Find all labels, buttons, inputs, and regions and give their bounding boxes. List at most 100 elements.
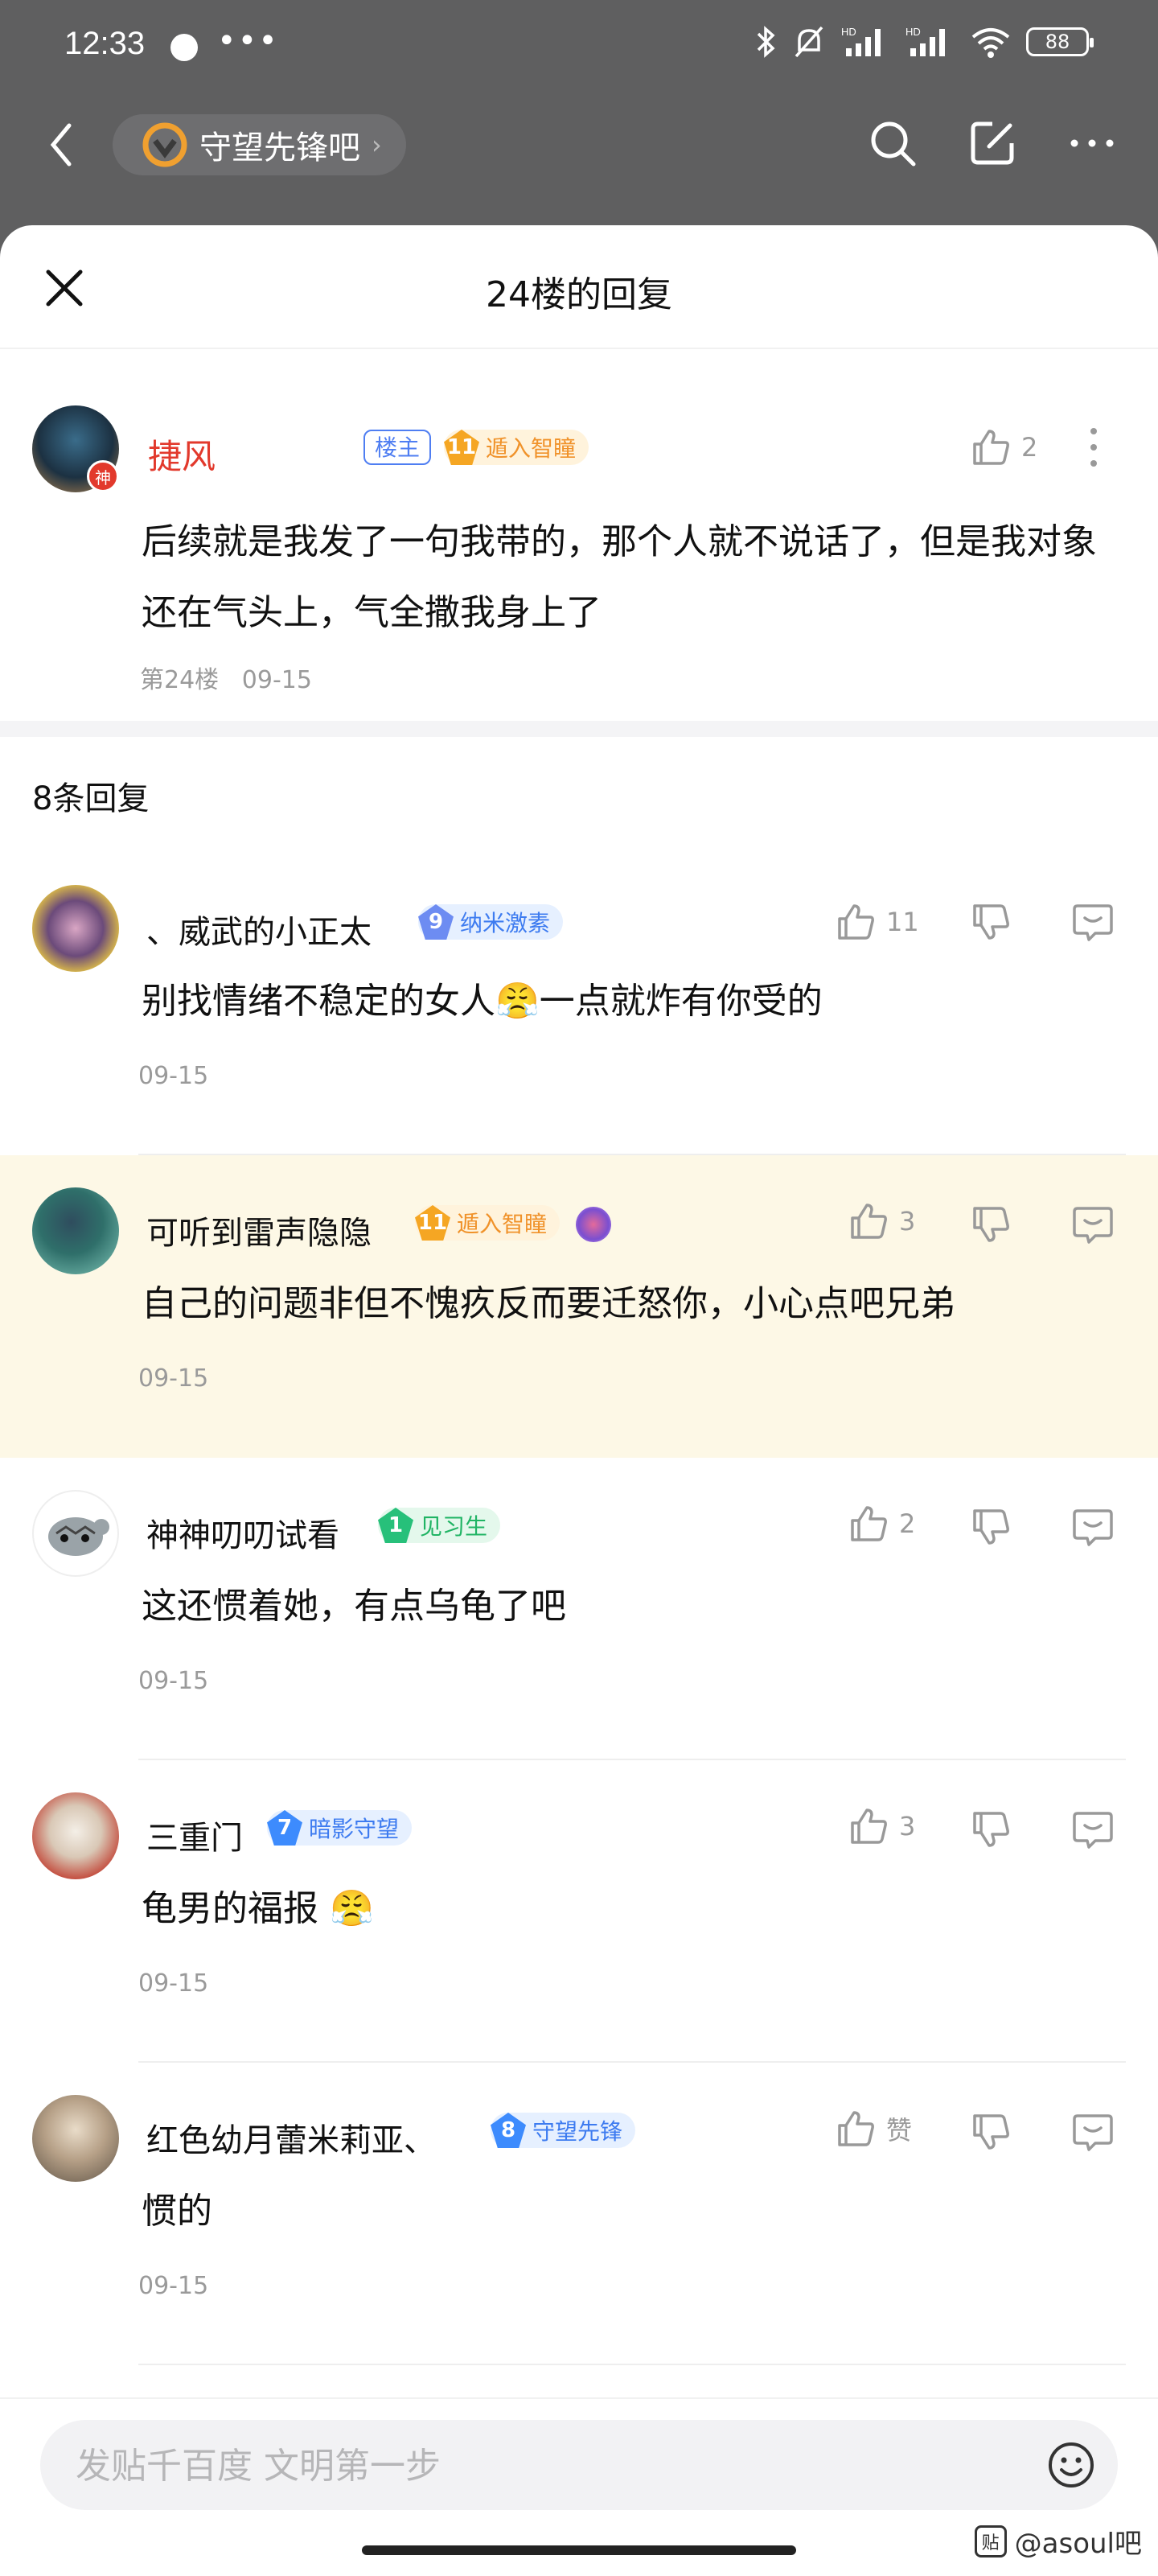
reply-avatar[interactable] <box>32 885 119 972</box>
thumb-up-icon <box>838 2111 874 2146</box>
forum-pill[interactable]: 守望先锋吧 › <box>113 114 406 175</box>
like-button[interactable]: 2 <box>848 1503 915 1545</box>
like-label: 赞 <box>886 2115 913 2146</box>
reply-username[interactable]: 三重门 <box>146 1812 243 1858</box>
svg-text:HD: HD <box>841 26 856 38</box>
reply-avatar[interactable] <box>32 2095 119 2182</box>
status-time: 12:33 <box>64 26 146 61</box>
signal-hd-icon: HD <box>841 26 881 56</box>
thumb-up-icon <box>973 430 1009 465</box>
thumb-down-icon[interactable] <box>970 2111 1012 2153</box>
op-level: 11 <box>446 435 477 459</box>
svg-text:HD: HD <box>905 26 921 38</box>
back-icon[interactable] <box>42 116 82 172</box>
op-level-badge: 11 遁入智瞳 <box>444 430 589 465</box>
sheet-header: 24楼的回复 <box>0 225 1158 349</box>
reply-icon[interactable] <box>1071 2111 1115 2153</box>
more-icon[interactable] <box>1066 117 1118 169</box>
status-icons: HD HD 88 <box>756 24 1094 60</box>
reply-text: 龟男的福报 <box>142 1888 318 1929</box>
reply-level: 7 <box>277 1816 293 1840</box>
reply-username[interactable]: 可听到雷声隐隐 <box>146 1207 372 1253</box>
thumb-down-icon[interactable] <box>970 1809 1012 1850</box>
op-floor: 第24楼 <box>140 666 220 694</box>
level-gem-icon: 11 <box>444 430 479 465</box>
search-icon[interactable] <box>867 117 918 169</box>
status-bar: 12:33 ••• HD HD 88 <box>0 0 1158 97</box>
divider <box>138 2364 1126 2365</box>
level-gem-icon: 7 <box>267 1810 302 1846</box>
like-count: 3 <box>899 1206 916 1237</box>
watermark: 贴 @asoul吧 <box>974 2521 1142 2561</box>
emoji-icon: 😤 <box>495 981 540 1022</box>
op-date: 09-15 <box>241 666 312 694</box>
thumb-down-icon[interactable] <box>970 1204 1012 1245</box>
reply-level-title: 遁入智瞳 <box>457 1211 548 1237</box>
reply-date: 09-15 <box>138 1364 209 1393</box>
comment-composer[interactable] <box>40 2420 1118 2512</box>
watermark-text: @asoul吧 <box>1014 2528 1142 2560</box>
reply-date: 09-15 <box>138 1667 209 1695</box>
sheet-title: 24楼的回复 <box>486 274 672 315</box>
like-button[interactable]: 赞 <box>835 2108 912 2150</box>
reply-item-highlighted: 可听到雷声隐隐 11 遁入智瞳 3 自己的问题非但不愧疚反而要迁怒你，小心点吧兄… <box>0 1155 1158 1458</box>
level-gem-icon: 9 <box>418 904 454 940</box>
reply-date: 09-15 <box>138 2272 209 2300</box>
reply-avatar[interactable] <box>32 1187 119 1274</box>
thumb-up-icon <box>838 904 874 940</box>
signal-hd-icon-2: HD <box>905 26 945 56</box>
reply-item: 神神叨叨试看 1 见习生 2 这还惯着她，有点乌龟了吧 09-15 <box>0 1458 1158 1760</box>
reply-content: 别找情绪不稳定的女人😤一点就炸有你受的 <box>142 972 823 1023</box>
home-indicator[interactable] <box>362 2545 796 2555</box>
like-button[interactable]: 3 <box>848 1200 915 1242</box>
emoji-icon[interactable] <box>1047 2441 1095 2489</box>
reply-icon[interactable] <box>1071 901 1115 943</box>
reply-count: 8条回复 <box>32 780 150 817</box>
reply-level-title: 暗影守望 <box>309 1816 400 1842</box>
thumb-down-icon[interactable] <box>970 1506 1012 1548</box>
reply-level: 9 <box>428 910 444 934</box>
reply-level-badge: 7 暗影守望 <box>267 1810 413 1846</box>
owner-badge: 楼主 <box>363 430 432 465</box>
op-like-count: 2 <box>1021 432 1038 463</box>
reply-icon[interactable] <box>1071 1506 1115 1548</box>
like-count: 3 <box>899 1811 916 1841</box>
reply-content: 这还惯着她，有点乌龟了吧 <box>142 1586 566 1627</box>
reply-level: 11 <box>417 1211 448 1235</box>
thumb-up-icon <box>851 1506 887 1541</box>
reply-icon[interactable] <box>1071 1809 1115 1850</box>
op-username[interactable]: 捷风 <box>148 430 216 479</box>
reply-content: 自己的问题非但不愧疚反而要迁怒你，小心点吧兄弟 <box>142 1283 955 1324</box>
medal-icon <box>576 1207 611 1242</box>
like-button[interactable]: 11 <box>835 901 919 943</box>
reply-item: 三重门 7 暗影守望 3 龟男的福报 😤 09-15 <box>0 1760 1158 2063</box>
reply-avatar[interactable] <box>32 1490 119 1577</box>
more-vertical-icon[interactable] <box>1078 423 1110 471</box>
like-button[interactable]: 3 <box>848 1805 915 1847</box>
reply-avatar[interactable] <box>32 1792 119 1879</box>
battery-icon: 88 <box>1026 27 1094 56</box>
level-gem-icon: 1 <box>378 1508 413 1543</box>
thumb-up-icon <box>851 1204 887 1239</box>
like-count: 11 <box>886 907 919 937</box>
top-nav: 守望先锋吧 › <box>0 97 1158 193</box>
chevron-right-icon: › <box>372 130 382 160</box>
reply-content: 惯的 <box>142 2191 212 2232</box>
reply-level: 8 <box>500 2118 516 2142</box>
reply-icon[interactable] <box>1071 1204 1115 1245</box>
reply-level-badge: 9 纳米激素 <box>418 904 564 940</box>
reply-username[interactable]: 红色幼月蕾米莉亚、 <box>146 2114 436 2161</box>
reply-username[interactable]: 、威武的小正太 <box>146 906 372 953</box>
reply-level-badge: 1 见习生 <box>378 1508 501 1543</box>
thumb-down-icon[interactable] <box>970 901 1012 943</box>
god-badge-label: 神 <box>95 467 111 488</box>
reply-item: 红色幼月蕾米莉亚、 8 守望先锋 赞 惯的 09-15 <box>0 2063 1158 2365</box>
reply-level-title: 见习生 <box>420 1513 488 1540</box>
op-like-button[interactable]: 2 <box>970 426 1037 468</box>
comment-input[interactable] <box>74 2420 1010 2512</box>
op-level-title: 遁入智瞳 <box>486 435 577 462</box>
battery-level: 88 <box>1045 31 1070 53</box>
reply-username[interactable]: 神神叨叨试看 <box>146 1509 339 1556</box>
edit-icon[interactable] <box>967 117 1018 169</box>
tieba-logo-icon: 贴 <box>974 2525 1007 2557</box>
